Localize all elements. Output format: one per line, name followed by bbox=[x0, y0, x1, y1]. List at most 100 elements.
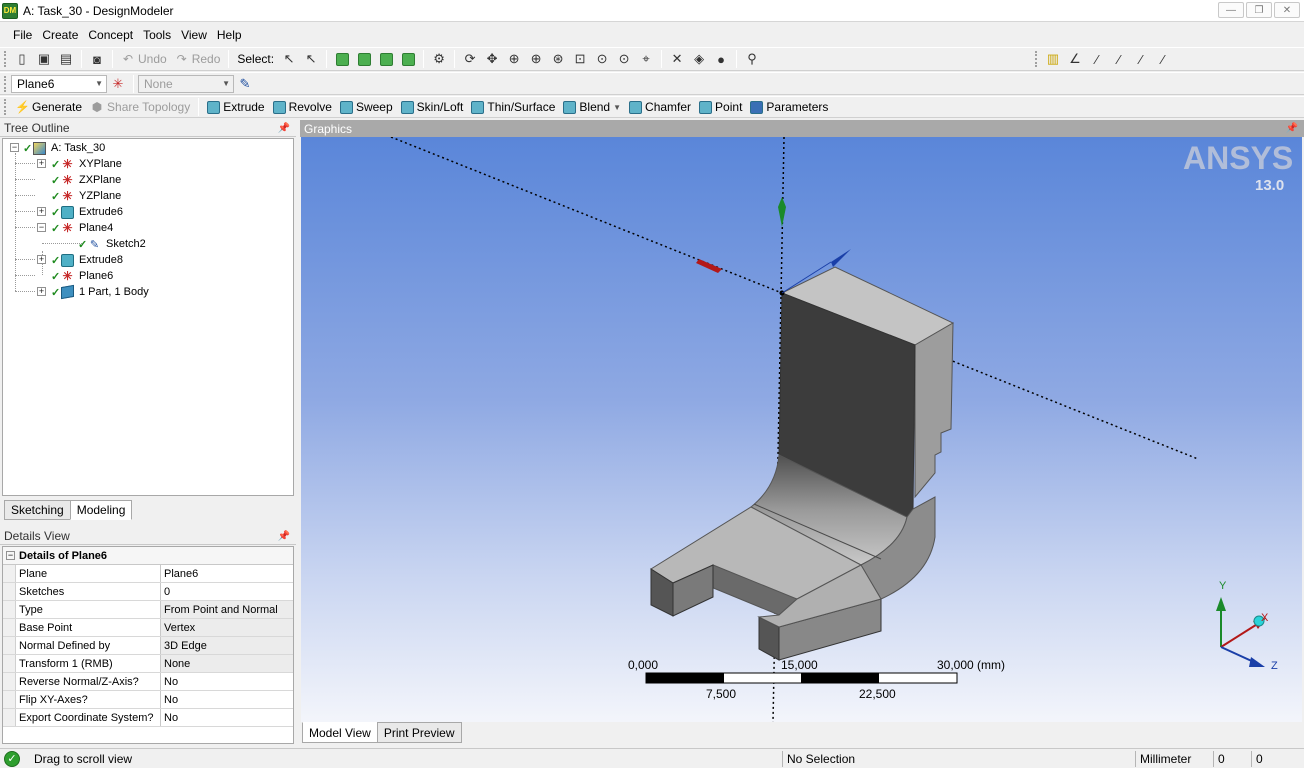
collapse-root[interactable]: − bbox=[10, 143, 19, 152]
extend-selection-icon[interactable]: ⚙ bbox=[428, 49, 450, 69]
select-mode-icon[interactable]: ↖ bbox=[300, 49, 322, 69]
new-icon[interactable]: ▯ bbox=[11, 49, 33, 69]
minimize-button[interactable]: — bbox=[1218, 2, 1244, 18]
tree-root[interactable]: ✓ A: Task_30 bbox=[23, 140, 105, 156]
select-point-icon[interactable] bbox=[331, 49, 353, 69]
thin-surface-button[interactable]: Thin/Surface bbox=[467, 97, 559, 117]
generate-button[interactable]: ⚡ Generate bbox=[11, 97, 86, 117]
iso-view-icon[interactable]: ⌖ bbox=[635, 49, 657, 69]
revolve-button[interactable]: Revolve bbox=[269, 97, 336, 117]
select-face-icon[interactable] bbox=[375, 49, 397, 69]
export-icon[interactable]: ▤ bbox=[55, 49, 77, 69]
details-value[interactable]: None bbox=[161, 655, 293, 672]
tree-item-yzplane[interactable]: ✓ ✳ YZPlane bbox=[51, 188, 121, 204]
show-vertices-icon[interactable]: ✕ bbox=[666, 49, 688, 69]
blend-icon bbox=[563, 100, 577, 114]
details-value[interactable]: From Point and Normal bbox=[161, 601, 293, 618]
menu-help[interactable]: Help bbox=[212, 28, 247, 42]
expand-extrude8[interactable]: + bbox=[37, 255, 46, 264]
tree-item-parts-bodies[interactable]: ✓ 1 Part, 1 Body bbox=[51, 284, 149, 300]
details-value[interactable]: No bbox=[161, 691, 293, 708]
tab-modeling[interactable]: Modeling bbox=[69, 500, 133, 520]
details-value[interactable]: Plane6 bbox=[161, 565, 293, 582]
active-sketch-select[interactable]: None ▼ bbox=[138, 74, 234, 93]
toolbar-grip[interactable] bbox=[4, 51, 7, 67]
chamfer-button[interactable]: Chamfer bbox=[625, 97, 695, 117]
collapse-details[interactable]: − bbox=[6, 551, 15, 560]
chevron-down-icon: ▼ bbox=[222, 79, 230, 88]
undo-button[interactable]: ↶ Undo bbox=[117, 49, 171, 69]
magnifier-window-icon[interactable]: ⊙ bbox=[613, 49, 635, 69]
pin-icon[interactable]: 📌 bbox=[1286, 123, 1298, 134]
tree-item-extrude8[interactable]: ✓ Extrude8 bbox=[51, 252, 123, 268]
tree-item-sketch2[interactable]: ✓ ✎ Sketch2 bbox=[78, 236, 146, 252]
dimension-display-icon[interactable]: ▥ bbox=[1042, 49, 1064, 69]
toolbar-separator bbox=[326, 50, 328, 68]
zoom-to-selection-icon[interactable]: ⊡ bbox=[569, 49, 591, 69]
menu-file[interactable]: File bbox=[8, 28, 37, 42]
measure-angle-icon[interactable]: ∠ bbox=[1064, 49, 1086, 69]
menu-create[interactable]: Create bbox=[37, 28, 83, 42]
toolbar-grip[interactable] bbox=[4, 75, 7, 92]
redo-button[interactable]: ↷ Redo bbox=[171, 49, 225, 69]
restore-button[interactable]: ❐ bbox=[1246, 2, 1272, 18]
details-value[interactable]: 3D Edge bbox=[161, 637, 293, 654]
tree-item-plane4[interactable]: ✓ ✳ Plane4 bbox=[51, 220, 113, 236]
new-plane-icon[interactable]: ✳ bbox=[107, 74, 129, 94]
expand-xyplane[interactable]: + bbox=[37, 159, 46, 168]
tree-item-zxplane[interactable]: ✓ ✳ ZXPlane bbox=[51, 172, 121, 188]
save-icon[interactable]: ▣ bbox=[33, 49, 55, 69]
skin-loft-button[interactable]: Skin/Loft bbox=[397, 97, 468, 117]
tab-sketching[interactable]: Sketching bbox=[4, 500, 71, 520]
share-topology-button[interactable]: ⬢ Share Topology bbox=[86, 97, 194, 117]
details-value[interactable]: No bbox=[161, 673, 293, 690]
expand-parts[interactable]: + bbox=[37, 287, 46, 296]
parameters-button[interactable]: Parameters bbox=[746, 97, 832, 117]
display-model-icon[interactable]: ◈ bbox=[688, 49, 710, 69]
help-search-icon[interactable]: ⚲ bbox=[741, 49, 763, 69]
tab-print-preview[interactable]: Print Preview bbox=[376, 722, 462, 743]
tree-item-xyplane[interactable]: ✓ ✳ XYPlane bbox=[51, 156, 122, 172]
expand-extrude6[interactable]: + bbox=[37, 207, 46, 216]
zoom-box-icon[interactable]: ⊕ bbox=[525, 49, 547, 69]
menu-concept[interactable]: Concept bbox=[83, 28, 138, 42]
measure-length-icon[interactable]: ⁄ bbox=[1086, 49, 1108, 69]
pan-icon[interactable]: ✥ bbox=[481, 49, 503, 69]
sweep-button[interactable]: Sweep bbox=[336, 97, 397, 117]
blend-button[interactable]: Blend ▼ bbox=[559, 97, 625, 117]
zoom-fit-icon[interactable]: ⊛ bbox=[547, 49, 569, 69]
select-edge-icon[interactable] bbox=[353, 49, 375, 69]
magnifier-icon[interactable]: ⊙ bbox=[591, 49, 613, 69]
tree-item-extrude6[interactable]: ✓ Extrude6 bbox=[51, 204, 123, 220]
details-value[interactable]: No bbox=[161, 709, 293, 726]
extrude-button[interactable]: Extrude bbox=[203, 97, 268, 117]
menu-view[interactable]: View bbox=[176, 28, 212, 42]
active-plane-select[interactable]: Plane6 ▼ bbox=[11, 74, 107, 93]
rotate-icon[interactable]: ⟳ bbox=[459, 49, 481, 69]
zoom-icon[interactable]: ⊕ bbox=[503, 49, 525, 69]
measure-radius-icon[interactable]: ⁄ bbox=[1130, 49, 1152, 69]
pin-icon[interactable]: 📌 bbox=[278, 531, 290, 542]
coordinate-field-1: 0 bbox=[1213, 751, 1251, 767]
graphics-viewport[interactable]: ANSYS 13.0 0,000 15,000 30,000 (mm) 7,50… bbox=[301, 137, 1302, 722]
tab-model-view[interactable]: Model View bbox=[302, 722, 378, 743]
display-point-icon[interactable]: ● bbox=[710, 49, 732, 69]
tree-item-plane6[interactable]: ✓ ✳ Plane6 bbox=[51, 268, 113, 284]
selection-status: No Selection bbox=[782, 751, 1134, 767]
toolbar-grip[interactable] bbox=[4, 99, 7, 115]
toolbar-grip[interactable] bbox=[1035, 51, 1038, 67]
menu-tools[interactable]: Tools bbox=[138, 28, 176, 42]
measure-distance-icon[interactable]: ⁄ bbox=[1108, 49, 1130, 69]
model-canvas[interactable]: ANSYS 13.0 0,000 15,000 30,000 (mm) 7,50… bbox=[301, 137, 1302, 722]
select-body-icon[interactable] bbox=[397, 49, 419, 69]
measure-x-icon[interactable]: ⁄ bbox=[1152, 49, 1174, 69]
details-value[interactable]: Vertex bbox=[161, 619, 293, 636]
pin-icon[interactable]: 📌 bbox=[278, 123, 290, 134]
collapse-plane4[interactable]: − bbox=[37, 223, 46, 232]
select-cursor-icon[interactable]: ↖ bbox=[278, 49, 300, 69]
close-button[interactable]: ✕ bbox=[1274, 2, 1300, 18]
units-status[interactable]: Millimeter bbox=[1135, 751, 1213, 767]
new-sketch-icon[interactable]: ✎ bbox=[234, 74, 256, 94]
point-button[interactable]: Point bbox=[695, 97, 746, 117]
camera-icon[interactable]: ◙ bbox=[86, 49, 108, 69]
